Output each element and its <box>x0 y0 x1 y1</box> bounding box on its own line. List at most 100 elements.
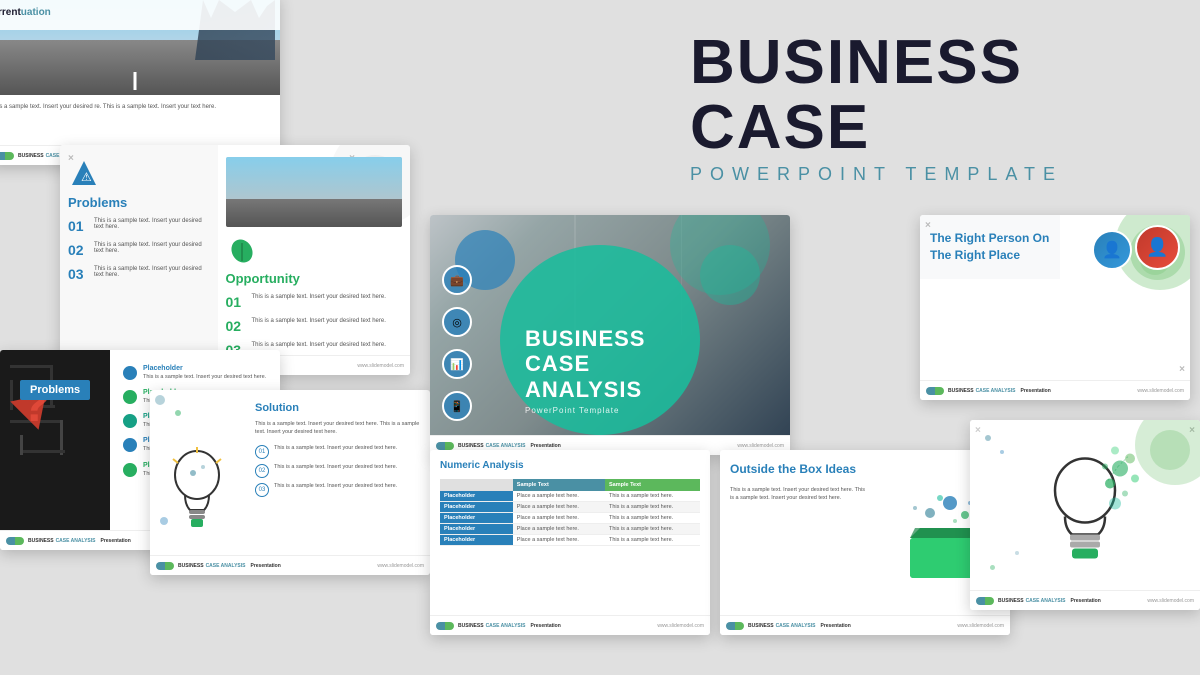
problems-badge: Problems <box>20 380 90 400</box>
main-slide-title: BUSINESS CASE ANALYSIS <box>525 326 700 402</box>
problem-num-1: 01 <box>68 218 88 234</box>
sol-row-1: 01 This is a sample text. Insert your de… <box>255 445 422 459</box>
slide-title-uation: uation <box>21 7 51 18</box>
main-slide-subtitle: PowerPoint Template <box>525 406 700 415</box>
rp-title: The Right Person On The Right Place <box>930 230 1050 264</box>
footer-logo-bcl <box>156 562 174 570</box>
problem-row-1: 01 This is a sample text. Insert your de… <box>68 218 210 234</box>
dot-green-5 <box>123 463 137 477</box>
footer-ca-br: CASE ANALYSIS <box>776 623 816 629</box>
rp-x-2: × <box>1179 364 1185 375</box>
road-line <box>134 72 137 90</box>
footer-logo <box>0 152 14 160</box>
problem-num-2: 02 <box>68 242 88 258</box>
footer-bus-cm: BUSINESS <box>458 443 484 449</box>
footer-logo-bl <box>6 537 24 545</box>
icon-target: ◎ <box>442 307 472 337</box>
footer-p-bc: Presentation <box>530 623 560 629</box>
na-col-1: Sample Text <box>513 479 605 491</box>
avatar-1: 👤 <box>1135 225 1180 270</box>
slide-content: ⚠ Problems 01 This is a sample text. Ins… <box>60 145 410 355</box>
opp-text-2: This is a sample text. Insert your desir… <box>252 318 386 324</box>
footer-logo-br <box>726 622 744 630</box>
slide-title-rrent: rrent <box>0 7 21 18</box>
opp-num-2: 02 <box>226 318 246 334</box>
footer-url-bcl: www.slidemodel.com <box>377 563 424 569</box>
footer-p-fr: Presentation <box>1070 598 1100 604</box>
icon-phone: 📱 <box>442 391 472 421</box>
maze-line-7 <box>20 450 65 453</box>
na-table: Sample Text Sample Text Placeholder Plac… <box>440 479 700 546</box>
footer-p-tr: Presentation <box>1020 388 1050 394</box>
ob-title: Outside the Box Ideas <box>730 462 870 478</box>
footer-url-bc: www.slidemodel.com <box>657 623 704 629</box>
dot-scatter-2 <box>1000 450 1004 454</box>
solution-body: This is a sample text. Insert your desir… <box>255 420 422 437</box>
na-val-5a: Place a sample text here. <box>513 535 605 546</box>
problem-text-3: This is a sample text. Insert your desir… <box>94 266 210 278</box>
main-title: BUSINESS CASE <box>690 30 1170 160</box>
na-content: Numeric Analysis Sample Text Sample Text… <box>430 450 710 615</box>
icon-chart: 📊 <box>442 349 472 379</box>
ob-body: This is a sample text. Insert your desir… <box>730 486 870 503</box>
slide-body-text: is a sample text. Insert your desired re… <box>0 95 280 119</box>
dot-teal-3 <box>123 414 137 428</box>
na-title: Numeric Analysis <box>440 460 700 471</box>
corner-x-tl: × <box>68 153 74 164</box>
footer-url-mid: www.slidemodel.com <box>357 363 404 369</box>
footer-logo-tr <box>926 387 944 395</box>
slide-footer-bc: BUSINESS CASE ANALYSIS Presentation www.… <box>430 615 710 635</box>
sol-num-circle-3: 03 <box>255 483 269 497</box>
dot-scatter-3 <box>990 565 995 570</box>
opportunity-row-2: 02 This is a sample text. Insert your de… <box>226 318 403 334</box>
slide-footer-tr: BUSINESS CASE ANALYSIS Presentation www.… <box>920 380 1190 400</box>
opportunity-icon <box>226 235 258 267</box>
na-row-4: Placeholder Place a sample text here. Th… <box>440 524 700 535</box>
maze-line-4 <box>10 380 13 410</box>
opportunity-row-1: 01 This is a sample text. Insert your de… <box>226 294 403 310</box>
opportunity-image <box>226 157 403 227</box>
ob-text-area: Outside the Box Ideas This is a sample t… <box>720 450 880 615</box>
na-ph-1: Placeholder <box>440 491 513 502</box>
sub-title: POWERPOINT TEMPLATE <box>690 164 1170 185</box>
placeholder-row-1: Placeholder This is a sample text. Inser… <box>123 365 272 381</box>
problems-section: ⚠ Problems 01 This is a sample text. Ins… <box>60 145 218 355</box>
rp-layout: The Right Person On The Right Place 👤 👤 … <box>920 215 1190 279</box>
sol-row-text-2: This is a sample text. Insert your desir… <box>274 464 397 472</box>
main-slide-text: BUSINESS CASE ANALYSIS PowerPoint Templa… <box>525 326 700 415</box>
na-val-5b: This is a sample text here. <box>605 535 700 546</box>
dot-green-2 <box>123 390 137 404</box>
footer-bus-bl: BUSINESS <box>28 538 54 544</box>
footer-p-br: Presentation <box>820 623 850 629</box>
avatar-2: 👤 <box>1092 230 1132 270</box>
placeholder-text-1: Placeholder This is a sample text. Inser… <box>143 365 266 381</box>
slide-footer-fr: BUSINESS CASE ANALYSIS Presentation www.… <box>970 590 1200 610</box>
footer-ca-fr: CASE ANALYSIS <box>1026 598 1066 604</box>
problems-title: Problems <box>68 195 210 210</box>
problem-row-2: 02 This is a sample text. Insert your de… <box>68 242 210 258</box>
slide-top-right: × × The Right Person On The Right Place … <box>920 215 1190 400</box>
na-val-2a: Place a sample text here. <box>513 502 605 513</box>
slide-bot-center: Numeric Analysis Sample Text Sample Text… <box>430 450 710 635</box>
dot-scatter-4 <box>1015 551 1019 555</box>
svg-text:⚠: ⚠ <box>81 170 92 184</box>
footer-p-bcl: Presentation <box>250 563 280 569</box>
footer-url-br: www.slidemodel.com <box>957 623 1004 629</box>
maze-line-8 <box>20 435 23 455</box>
na-ph-2: Placeholder <box>440 502 513 513</box>
footer-bus-fr: BUSINESS <box>998 598 1024 604</box>
footer-url-fr: www.slidemodel.com <box>1147 598 1194 604</box>
maze-line-1 <box>10 365 50 368</box>
sky-top <box>226 157 403 199</box>
sol-num-circle-1: 01 <box>255 445 269 459</box>
na-row-5: Placeholder Place a sample text here. Th… <box>440 535 700 546</box>
na-val-4b: This is a sample text here. <box>605 524 700 535</box>
rp-x-1: × <box>925 220 931 231</box>
na-ph-3: Placeholder <box>440 513 513 524</box>
footer-url-cm: www.slidemodel.com <box>737 443 784 449</box>
na-col-2: Sample Text <box>605 479 700 491</box>
footer-url-tr: www.slidemodel.com <box>1137 388 1184 394</box>
problem-num-3: 03 <box>68 266 88 282</box>
slide-mid-left: × × ⚠ Problems 01 This is a sample text.… <box>60 145 410 375</box>
slide-top-left: rrent uation is a sample text. Insert yo… <box>0 0 280 165</box>
